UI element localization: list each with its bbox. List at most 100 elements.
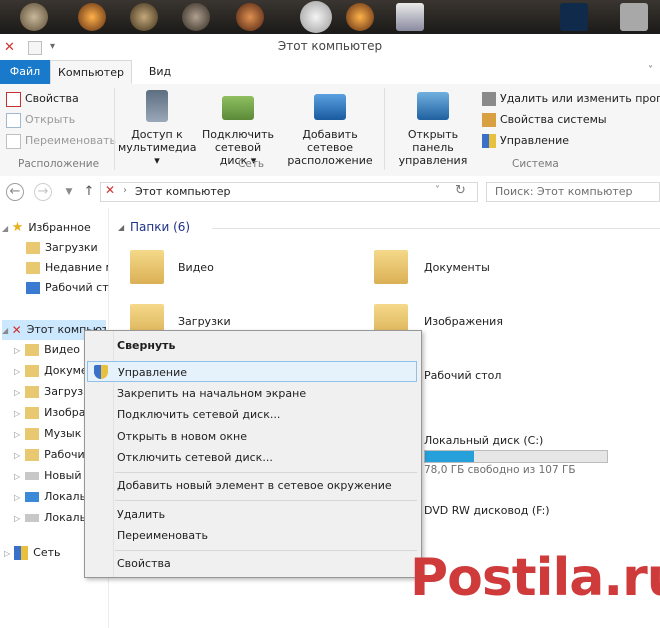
recent-locations-icon[interactable]: ▼ bbox=[60, 183, 78, 201]
expand-arrow-icon[interactable]: ▷ bbox=[14, 514, 20, 523]
menu-item-pin-start[interactable]: Закрепить на начальном экране bbox=[87, 383, 417, 404]
expand-arrow-icon[interactable]: ▷ bbox=[14, 493, 20, 502]
quick-access-dropdown-icon[interactable]: ▾ bbox=[50, 41, 55, 52]
control-panel-button[interactable]: Открыть панель управления bbox=[388, 90, 478, 167]
expand-arrow-icon[interactable]: ▷ bbox=[14, 409, 20, 418]
nav-network[interactable]: ▷ Сеть bbox=[4, 543, 61, 563]
address-path: Этот компьютер bbox=[135, 185, 231, 198]
nav-item-new-volume[interactable]: ▷ Новый bbox=[14, 466, 81, 486]
nav-item-label: Новый bbox=[44, 469, 82, 482]
open-button[interactable]: Открыть bbox=[6, 111, 75, 129]
folder-video[interactable]: Видео bbox=[178, 261, 214, 274]
forward-arrow-icon[interactable]: → bbox=[34, 183, 52, 201]
app-icon-4[interactable] bbox=[182, 3, 210, 31]
documents-folder-icon[interactable] bbox=[374, 250, 408, 284]
desktop-folder-icon bbox=[25, 449, 40, 461]
app-icon-3[interactable] bbox=[130, 3, 158, 31]
map-network-drive-button[interactable]: Подключить сетевой диск ▾ bbox=[200, 90, 276, 167]
nav-item-documents[interactable]: ▷ Докуме bbox=[14, 361, 88, 381]
collapse-section-icon[interactable]: ◢ bbox=[118, 223, 124, 232]
nav-item-label: Рабочи bbox=[44, 448, 85, 461]
app-icon-7[interactable] bbox=[396, 3, 424, 31]
expand-arrow-icon[interactable]: ▷ bbox=[4, 549, 10, 558]
menu-item-map-network-drive[interactable]: Подключить сетевой диск... bbox=[87, 404, 417, 425]
add-network-location-button[interactable]: Добавить сетевое расположение bbox=[280, 90, 380, 167]
nav-item-downloads[interactable]: ▷ Загруз bbox=[14, 382, 83, 402]
nav-network-label: Сеть bbox=[33, 546, 61, 559]
address-dropdown-icon[interactable]: ˅ bbox=[435, 185, 440, 196]
folder-pictures[interactable]: Изображения bbox=[424, 315, 503, 328]
nav-item-local-disk[interactable]: ▷ Локаль bbox=[14, 508, 86, 528]
drive-dvd-name[interactable]: DVD RW дисковод (F:) bbox=[424, 504, 550, 517]
tab-computer[interactable]: Компьютер bbox=[50, 60, 132, 84]
system-properties-button[interactable]: Свойства системы bbox=[482, 111, 607, 129]
app-icon-1[interactable] bbox=[20, 3, 48, 31]
menu-item-add-network-location[interactable]: Добавить новый элемент в сетевое окружен… bbox=[87, 475, 417, 496]
app-icon-5[interactable] bbox=[236, 3, 264, 31]
tab-view[interactable]: Вид bbox=[140, 60, 180, 84]
nav-item-video[interactable]: ▷ Видео bbox=[14, 340, 80, 360]
pictures-folder-icon bbox=[25, 407, 40, 419]
collapse-arrow-icon[interactable]: ◢ bbox=[2, 224, 8, 233]
network-icon bbox=[14, 546, 29, 560]
address-field[interactable]: ✕ › Этот компьютер ˅ ↻ bbox=[100, 182, 478, 202]
window-title: Этот компьютер bbox=[277, 39, 383, 53]
video-folder-icon bbox=[25, 344, 40, 356]
manage-button[interactable]: Управление bbox=[482, 132, 569, 150]
window-icon[interactable]: ✕ bbox=[4, 40, 15, 55]
nav-item-pictures[interactable]: ▷ Изобра bbox=[14, 403, 85, 423]
menu-item-open-new-window[interactable]: Открыть в новом окне bbox=[87, 426, 417, 447]
control-panel-icon bbox=[417, 92, 449, 120]
expand-arrow-icon[interactable]: ▷ bbox=[14, 367, 20, 376]
nav-item-desktop[interactable]: Рабочий ст bbox=[26, 278, 109, 298]
nav-item-recent[interactable]: Недавние м bbox=[26, 258, 108, 278]
properties-button[interactable]: Свойства bbox=[6, 90, 79, 108]
folders-header[interactable]: Папки (6) bbox=[130, 220, 190, 234]
nav-item-label: Загрузки bbox=[45, 241, 98, 254]
uninstall-program-button[interactable]: Удалить или изменить програм bbox=[482, 90, 660, 108]
expand-arrow-icon[interactable]: ▷ bbox=[14, 388, 20, 397]
star-icon: ★ bbox=[11, 220, 24, 235]
menu-item-disconnect-network-drive[interactable]: Отключить сетевой диск... bbox=[87, 447, 417, 468]
video-folder-icon[interactable] bbox=[130, 250, 164, 284]
menu-item-properties[interactable]: Свойства bbox=[87, 553, 417, 574]
folder-desktop[interactable]: Рабочий стол bbox=[424, 369, 501, 382]
refresh-icon[interactable]: ↻ bbox=[455, 183, 466, 198]
nav-item-desktop[interactable]: ▷ Рабочи bbox=[14, 445, 85, 465]
search-input[interactable]: Поиск: Этот компьютер bbox=[486, 182, 660, 202]
menu-item-rename[interactable]: Переименовать bbox=[87, 525, 417, 546]
up-arrow-icon[interactable]: ↑ bbox=[80, 183, 98, 201]
folder-downloads[interactable]: Загрузки bbox=[178, 315, 231, 328]
menu-item-delete[interactable]: Удалить bbox=[87, 504, 417, 525]
nav-item-music[interactable]: ▷ Музык bbox=[14, 424, 81, 444]
back-arrow-icon[interactable]: ← bbox=[6, 183, 24, 201]
expand-arrow-icon[interactable]: ▷ bbox=[14, 472, 20, 481]
nav-favorites[interactable]: ◢ ★ Избранное bbox=[2, 218, 91, 238]
app-icon-6[interactable] bbox=[346, 3, 374, 31]
app-icon-2[interactable] bbox=[78, 3, 106, 31]
group-label-system: Система bbox=[512, 158, 559, 170]
ribbon-expand-icon[interactable]: ˅ bbox=[648, 65, 653, 76]
photoshop-icon[interactable] bbox=[560, 3, 588, 31]
collapse-arrow-icon[interactable]: ◢ bbox=[2, 326, 8, 335]
drive-c-name[interactable]: Локальный диск (C:) bbox=[424, 434, 543, 447]
menu-item-collapse[interactable]: Свернуть bbox=[87, 335, 417, 356]
nav-item-downloads[interactable]: Загрузки bbox=[26, 238, 98, 258]
expand-arrow-icon[interactable]: ▷ bbox=[14, 451, 20, 460]
group-label-location: Расположение bbox=[18, 158, 100, 170]
ribbon-separator bbox=[114, 88, 115, 170]
drive-icon bbox=[25, 472, 40, 480]
nav-item-local-disk[interactable]: ▷ Локаль bbox=[14, 487, 86, 507]
menu-separator bbox=[115, 472, 417, 473]
rename-button[interactable]: Переименовать bbox=[6, 132, 116, 150]
tab-file[interactable]: Файл bbox=[0, 60, 50, 84]
shield-icon bbox=[482, 134, 496, 148]
clock-icon[interactable] bbox=[300, 1, 332, 33]
quick-access-properties-icon[interactable] bbox=[28, 41, 42, 55]
expand-arrow-icon[interactable]: ▷ bbox=[14, 430, 20, 439]
media-access-button[interactable]: Доступ к мультимедиа ▾ bbox=[118, 90, 196, 167]
expand-arrow-icon[interactable]: ▷ bbox=[14, 346, 20, 355]
app-icon-8[interactable] bbox=[620, 3, 648, 31]
menu-item-manage[interactable]: Управление bbox=[87, 361, 417, 382]
folder-documents[interactable]: Документы bbox=[424, 261, 490, 274]
